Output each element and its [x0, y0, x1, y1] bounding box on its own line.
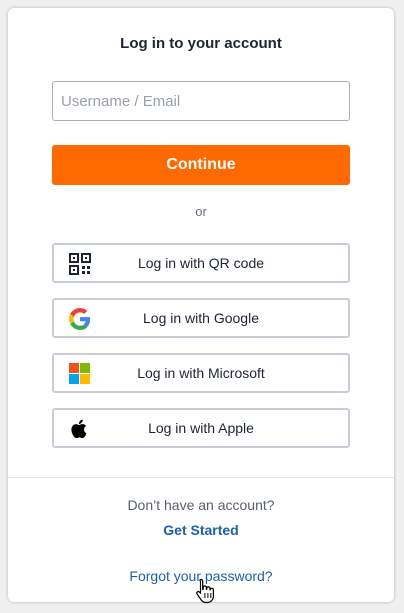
get-started-link[interactable]: Get Started [8, 522, 394, 538]
login-qr-code-label: Log in with QR code [137, 255, 265, 271]
login-title: Log in to your account [120, 35, 282, 52]
login-qr-code-button[interactable]: Log in with QR code [52, 243, 350, 283]
login-microsoft-button[interactable]: Log in with Microsoft [52, 353, 350, 393]
login-card: Log in to your account Continue or Log i… [8, 8, 394, 602]
login-microsoft-label: Log in with Microsoft [137, 365, 265, 381]
section-divider [8, 477, 394, 478]
or-separator: or [195, 204, 207, 219]
login-apple-button[interactable]: Log in with Apple [52, 408, 350, 448]
signup-prompt: Don’t have an account? [127, 497, 275, 513]
login-google-button[interactable]: Log in with Google [52, 298, 350, 338]
login-google-label: Log in with Google [143, 310, 259, 326]
hand-pointer-icon [196, 578, 214, 604]
username-email-input[interactable] [52, 81, 350, 121]
continue-button[interactable]: Continue [52, 145, 350, 185]
login-apple-label: Log in with Apple [148, 420, 254, 436]
